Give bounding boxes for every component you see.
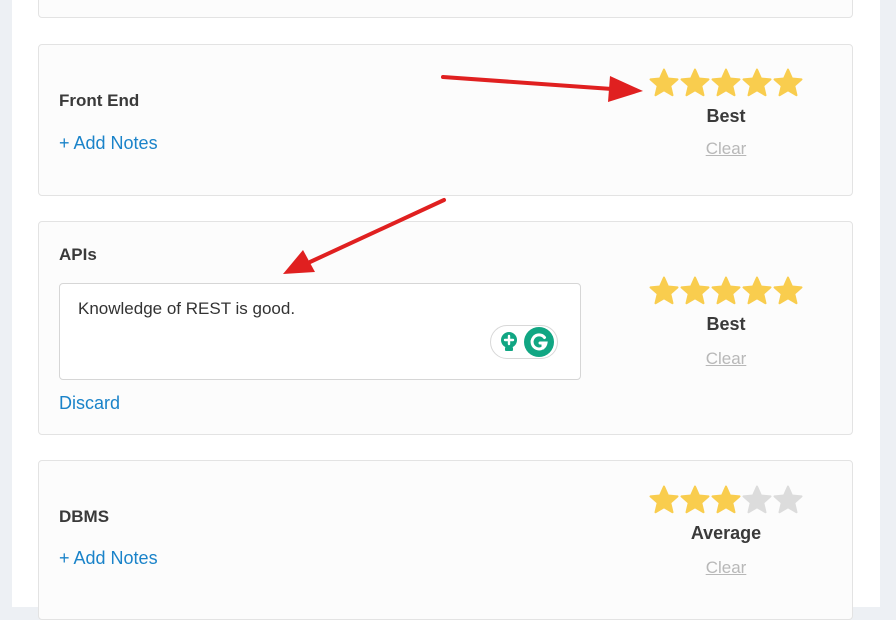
star-filled-icon[interactable] (680, 68, 710, 98)
star-filled-icon[interactable] (680, 276, 710, 306)
discard-notes-link[interactable]: Discard (59, 393, 120, 414)
evaluation-panel: Front End + Add Notes Best Clear APIs Kn… (12, 0, 880, 620)
rating-widget: Best Clear (649, 276, 803, 369)
star-empty-icon[interactable] (742, 485, 772, 515)
star-rating[interactable] (649, 68, 803, 98)
star-filled-icon[interactable] (649, 68, 679, 98)
clear-rating-link[interactable]: Clear (706, 349, 747, 369)
grammarly-lightbulb-icon[interactable] (498, 331, 520, 353)
skill-name: APIs (59, 245, 97, 264)
rating-widget: Best Clear (649, 68, 803, 159)
star-filled-icon[interactable] (711, 485, 741, 515)
clear-rating-link[interactable]: Clear (706, 139, 747, 159)
notes-textarea[interactable]: Knowledge of REST is good. (59, 283, 581, 380)
skill-name: Front End (59, 91, 140, 110)
add-notes-link[interactable]: + Add Notes (59, 133, 158, 154)
rating-label: Best (706, 106, 746, 126)
star-filled-icon[interactable] (711, 68, 741, 98)
grammarly-g-icon[interactable] (524, 327, 554, 357)
clear-rating-link[interactable]: Clear (706, 558, 747, 578)
star-filled-icon[interactable] (773, 276, 803, 306)
rating-label: Average (690, 523, 762, 543)
star-filled-icon[interactable] (649, 276, 679, 306)
rating-widget: Average Clear (649, 485, 803, 578)
skill-card-apis: APIs Knowledge of REST is good. Discard … (38, 221, 853, 435)
star-rating[interactable] (649, 485, 803, 515)
star-filled-icon[interactable] (742, 68, 772, 98)
star-filled-icon[interactable] (773, 68, 803, 98)
star-filled-icon[interactable] (742, 276, 772, 306)
add-notes-link[interactable]: + Add Notes (59, 548, 158, 569)
skill-card-front-end: Front End + Add Notes Best Clear (38, 44, 853, 196)
previous-skill-card (38, 0, 853, 18)
skill-name: DBMS (59, 507, 110, 526)
star-filled-icon[interactable] (680, 485, 710, 515)
skill-card-dbms: DBMS + Add Notes Average Clear (38, 460, 853, 620)
star-filled-icon[interactable] (711, 276, 741, 306)
rating-label: Best (706, 314, 746, 334)
star-filled-icon[interactable] (649, 485, 679, 515)
star-empty-icon[interactable] (773, 485, 803, 515)
notes-text: Knowledge of REST is good. (78, 299, 296, 318)
grammarly-widget[interactable] (490, 325, 558, 359)
star-rating[interactable] (649, 276, 803, 306)
